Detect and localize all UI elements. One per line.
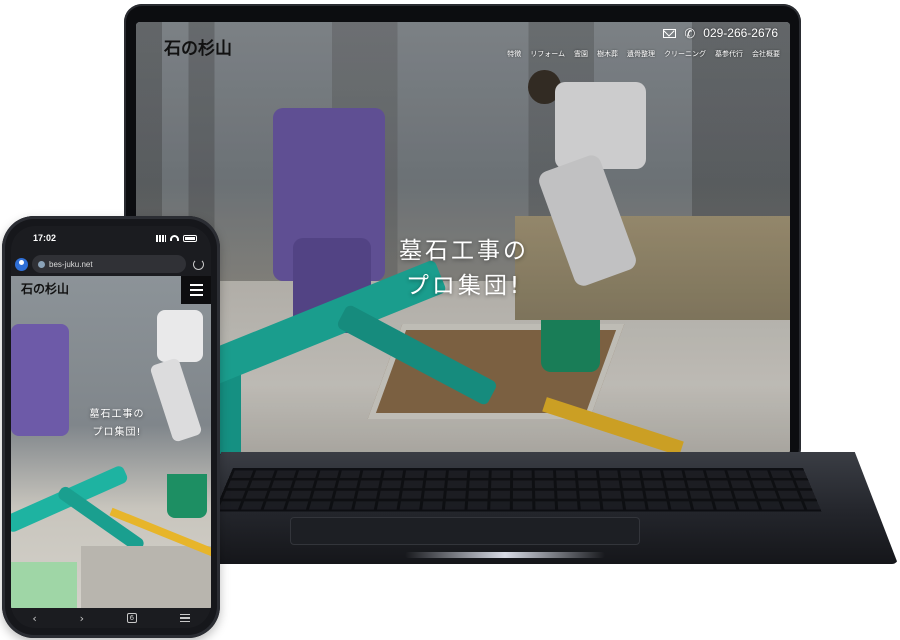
trackpad: [290, 517, 640, 545]
address-bar[interactable]: bes-juku.net: [32, 255, 186, 273]
keyboard: [214, 468, 822, 512]
hero-heading: 墓石工事の プロ集団!: [384, 234, 544, 303]
mobile-hero-line-2: プロ集団!: [92, 427, 142, 438]
nav-item-company[interactable]: 会社概要: [752, 49, 780, 59]
nav-item-features[interactable]: 特徴: [507, 49, 521, 59]
nav-item-remains[interactable]: 遺骨整理: [627, 49, 655, 59]
foam-slab: [11, 562, 77, 608]
back-icon[interactable]: ‹: [32, 612, 36, 625]
hamburger-menu-icon[interactable]: [181, 276, 211, 304]
nav-item-reform[interactable]: リフォーム: [530, 49, 565, 59]
tabs-icon[interactable]: 6: [126, 613, 137, 623]
forward-icon[interactable]: ›: [80, 612, 84, 625]
tab-count: 6: [129, 614, 135, 622]
wifi-icon: [170, 235, 179, 241]
nav-item-proxy-visit[interactable]: 墓参代行: [715, 49, 743, 59]
worker-purple: [11, 324, 69, 436]
reload-icon[interactable]: [193, 258, 204, 270]
hero-line-2: プロ集団!: [405, 272, 523, 299]
mail-icon[interactable]: [663, 28, 677, 38]
menu-icon[interactable]: [179, 613, 190, 623]
address-text[interactable]: bes-juku.net: [49, 260, 93, 269]
status-icons: [156, 234, 197, 242]
mobile-site-logo[interactable]: 石の杉山: [21, 280, 69, 297]
phone-icon: ✆: [684, 25, 696, 41]
nav-item-cleaning[interactable]: クリーニング: [664, 49, 706, 59]
mobile-site: 石の杉山 墓石工事の プロ集団!: [11, 276, 211, 608]
phone-screen: 17:02 bes-juku.net 石の杉山 墓石工事の プロ集団! ‹ › …: [11, 226, 211, 628]
contact-bar: ✆ 029-266-2676: [663, 26, 778, 40]
signal-icon: [156, 234, 166, 242]
worker-white: [157, 310, 203, 362]
site-logo[interactable]: 石の杉山: [164, 34, 232, 59]
hero-line-1: 墓石工事の: [399, 238, 529, 264]
nav-item-cemetery[interactable]: 霊園: [574, 49, 588, 59]
browser-toolbar: ‹ › 6: [11, 608, 211, 628]
status-time: 17:02: [33, 233, 57, 243]
phone-number[interactable]: 029-266-2676: [703, 26, 778, 40]
browser-url-row: bes-juku.net: [15, 254, 207, 274]
mobile-hero-heading: 墓石工事の プロ集団!: [77, 406, 157, 442]
phone-frame: 17:02 bes-juku.net 石の杉山 墓石工事の プロ集団! ‹ › …: [2, 216, 220, 638]
granite-block: [81, 546, 211, 608]
profile-icon[interactable]: [15, 257, 28, 271]
worker-white-legs: [149, 357, 203, 443]
mobile-hero-line-1: 墓石工事の: [89, 409, 145, 420]
green-bucket: [167, 474, 207, 518]
laptop-front-light: [405, 552, 605, 558]
battery-icon: [183, 234, 197, 242]
site-nav: 特徴 リフォーム 霊園 樹木葬 遺骨整理 クリーニング 墓参代行 会社概要: [507, 49, 780, 59]
laptop-screen: 石の杉山 ✆ 029-266-2676 特徴 リフォーム 霊園 樹木葬 遺骨整理…: [136, 22, 790, 454]
status-bar: 17:02: [11, 226, 211, 250]
nav-item-tree-burial[interactable]: 樹木葬: [597, 49, 618, 59]
site-info-icon[interactable]: [38, 260, 45, 268]
